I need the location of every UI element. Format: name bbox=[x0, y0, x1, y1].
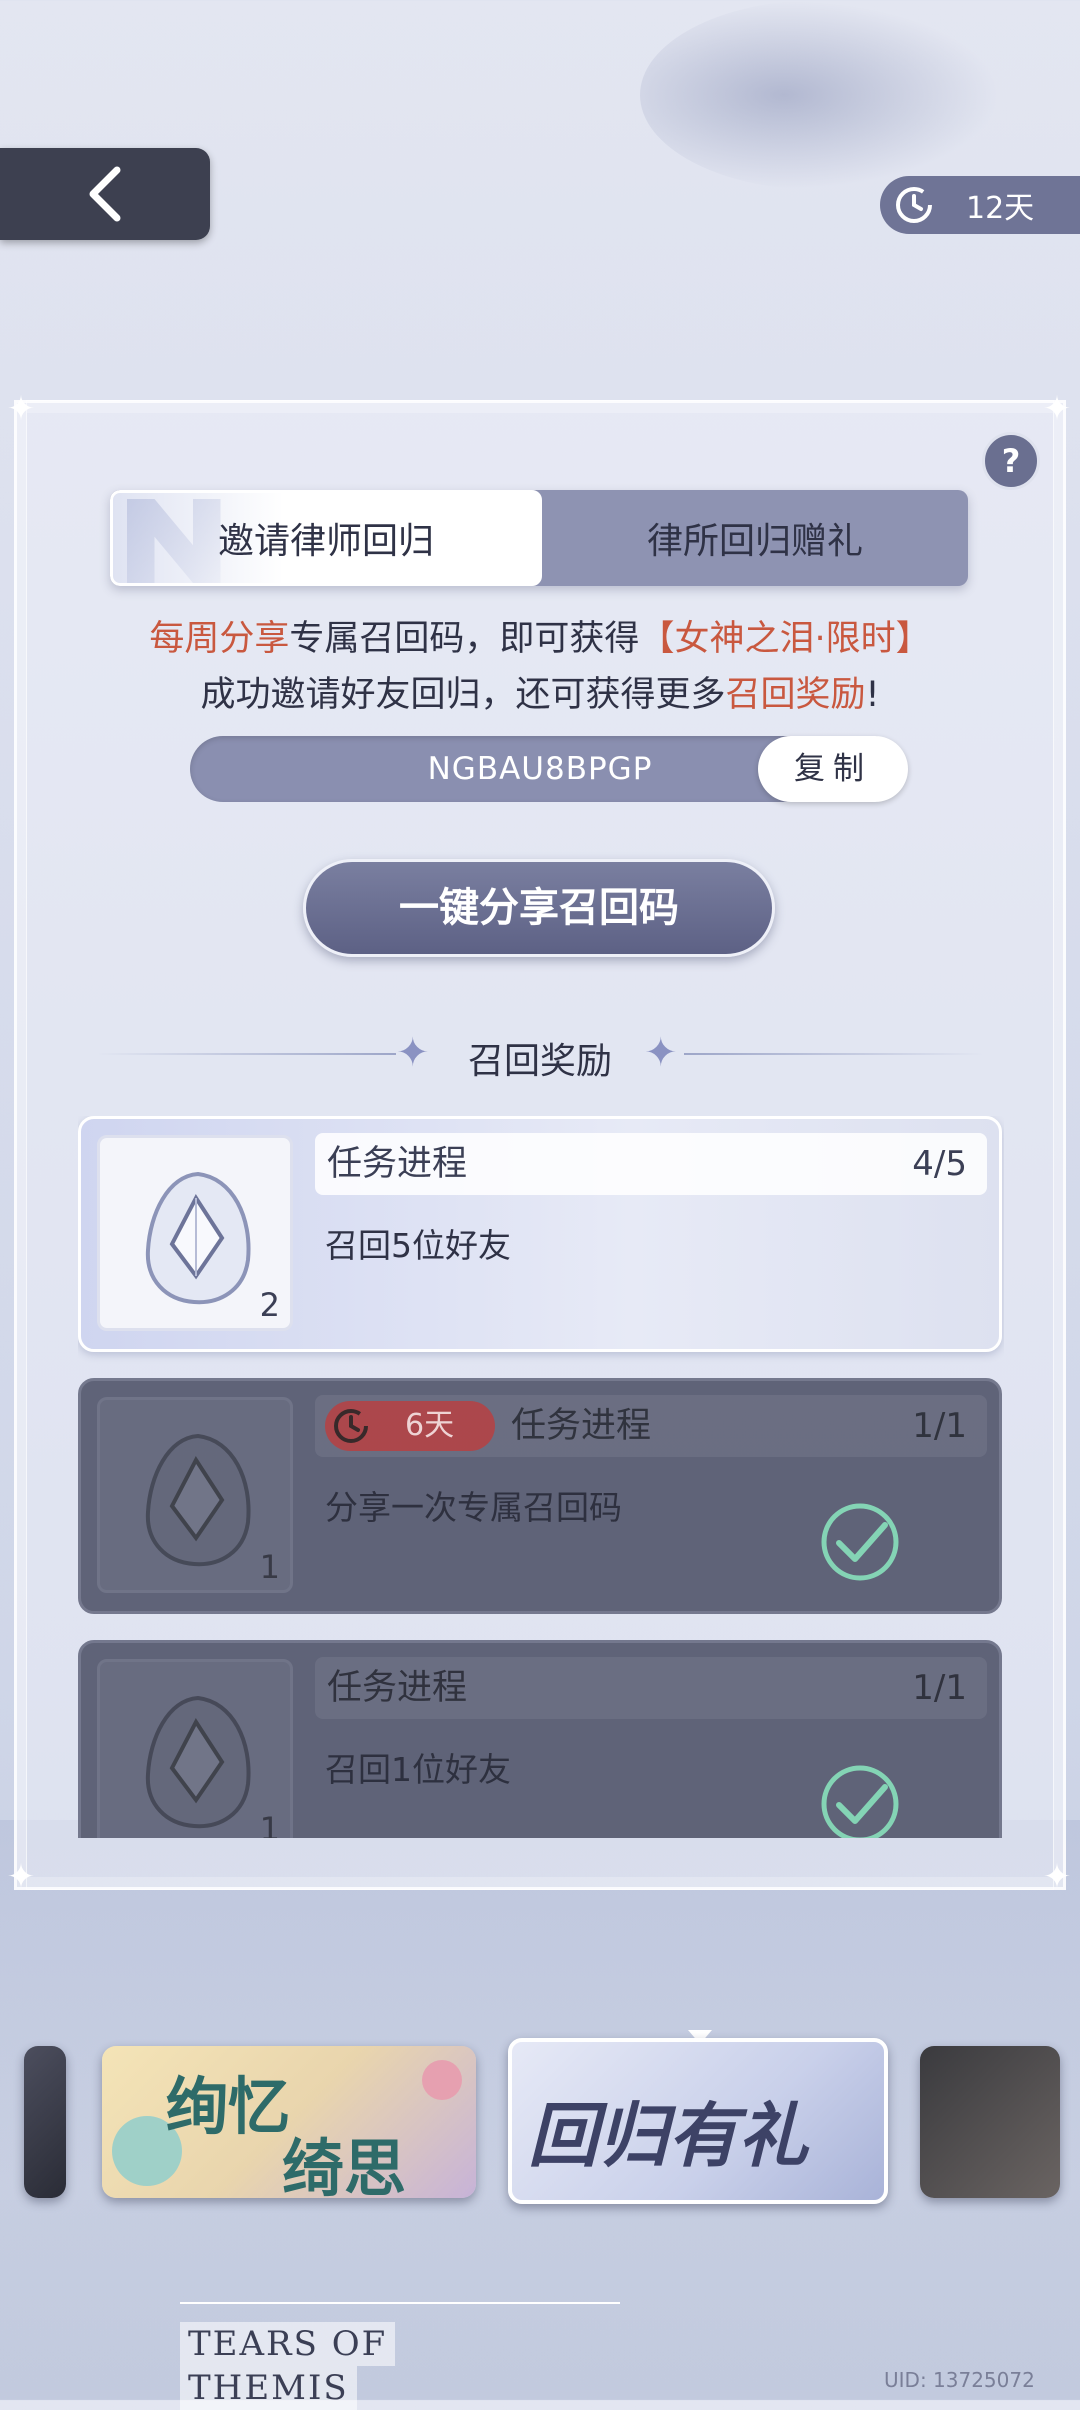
user-id: UID: 13725072 bbox=[884, 2368, 1035, 2392]
progress-value: 4/5 bbox=[912, 1144, 967, 1184]
event-carousel[interactable]: 绚忆 绮思 回归有礼 bbox=[0, 2030, 1080, 2240]
event-banner[interactable] bbox=[920, 2046, 1060, 2198]
completed-check-icon bbox=[821, 1503, 899, 1581]
completed-check-icon bbox=[821, 1765, 899, 1838]
banner-title: 回归有礼 bbox=[528, 2094, 808, 2177]
event-timer: 12天 bbox=[880, 176, 1080, 234]
reward-quantity: 1 bbox=[259, 1548, 280, 1586]
goddess-tear-gem-icon bbox=[145, 1171, 251, 1305]
help-icon[interactable]: ? bbox=[982, 432, 1040, 490]
divider bbox=[180, 2302, 620, 2304]
banner-title: 绮思 bbox=[282, 2132, 407, 2198]
goddess-tear-gem-icon bbox=[145, 1695, 251, 1829]
event-banner[interactable]: 绚忆 绮思 bbox=[102, 2046, 476, 2198]
clock-icon bbox=[896, 187, 932, 223]
progress-value: 1/1 bbox=[912, 1406, 967, 1446]
task-progress-bar: 任务进程 4/5 bbox=[315, 1133, 987, 1195]
task-list[interactable]: 2 任务进程 4/5 召回5位好友 1 6天 任务进程 1/1 分享一次专属召回… bbox=[78, 1116, 1004, 1838]
task-card[interactable]: 1 任务进程 1/1 召回1位好友 bbox=[78, 1640, 1002, 1838]
progress-label: 任务进程 bbox=[327, 1144, 468, 1184]
tab-bar: 邀请律师回归 律所回归赠礼 bbox=[110, 490, 968, 586]
chevron-left-icon bbox=[89, 166, 121, 222]
task-card[interactable]: 1 6天 任务进程 1/1 分享一次专属召回码 bbox=[78, 1378, 1002, 1614]
rewards-section-header: ✦ 召回奖励 ✦ bbox=[0, 1024, 1080, 1084]
reward-quantity: 2 bbox=[259, 1286, 280, 1324]
task-description: 召回1位好友 bbox=[325, 1750, 511, 1789]
progress-label: 任务进程 bbox=[327, 1668, 468, 1708]
goddess-tear-gem-icon bbox=[145, 1433, 251, 1567]
brand-logo-line2: THEMIS bbox=[180, 2366, 357, 2410]
back-button[interactable] bbox=[0, 148, 210, 240]
invite-code-field: NGBAU8BPGP 复制 bbox=[190, 736, 908, 802]
section-title: 召回奖励 bbox=[467, 1041, 612, 1082]
task-progress-bar: 任务进程 1/1 bbox=[315, 1657, 987, 1719]
share-code-button[interactable]: 一键分享召回码 bbox=[303, 859, 775, 957]
description-line-1: 每周分享专属召回码，即可获得【女神之泪·限时】 bbox=[149, 619, 931, 659]
brand-logo-line1: TEARS OF bbox=[180, 2322, 396, 2366]
clock-icon bbox=[334, 1409, 368, 1443]
task-description: 召回5位好友 bbox=[325, 1226, 511, 1265]
reward-quantity: 1 bbox=[259, 1810, 280, 1838]
divider bbox=[684, 1053, 984, 1055]
tab-firm-return-gift[interactable]: 律所回归赠礼 bbox=[542, 490, 968, 586]
timer-days: 12天 bbox=[966, 191, 1035, 226]
event-banner-selected[interactable]: 回归有礼 bbox=[508, 2038, 888, 2204]
time-limit-days: 6天 bbox=[405, 1408, 455, 1443]
reward-item[interactable]: 1 bbox=[97, 1659, 293, 1838]
task-card[interactable]: 2 任务进程 4/5 召回5位好友 bbox=[78, 1116, 1002, 1352]
progress-label: 任务进程 bbox=[511, 1406, 652, 1446]
reward-item[interactable]: 2 bbox=[97, 1135, 293, 1331]
description-line-2: 成功邀请好友回归，还可获得更多召回奖励! bbox=[200, 675, 880, 715]
tab-invite-lawyer[interactable]: 邀请律师回归 bbox=[110, 490, 542, 586]
background-bird-art bbox=[640, 0, 1000, 190]
progress-value: 1/1 bbox=[912, 1668, 967, 1708]
corner-star-icon: ✦ bbox=[1042, 1857, 1072, 1897]
time-limit-badge: 6天 bbox=[325, 1401, 495, 1451]
banner-title: 绚忆 bbox=[166, 2070, 291, 2143]
task-description: 分享一次专属召回码 bbox=[325, 1488, 622, 1527]
reward-item[interactable]: 1 bbox=[97, 1397, 293, 1593]
corner-star-icon: ✦ bbox=[1042, 389, 1072, 429]
corner-star-icon: ✦ bbox=[6, 389, 36, 429]
task-progress-bar: 6天 任务进程 1/1 bbox=[315, 1395, 987, 1457]
copy-button[interactable]: 复制 bbox=[758, 736, 908, 802]
flower-decoration-icon bbox=[422, 2060, 462, 2100]
sparkle-icon: ✦ bbox=[644, 1030, 678, 1076]
corner-star-icon: ✦ bbox=[6, 1857, 36, 1897]
event-banner[interactable] bbox=[24, 2046, 66, 2198]
